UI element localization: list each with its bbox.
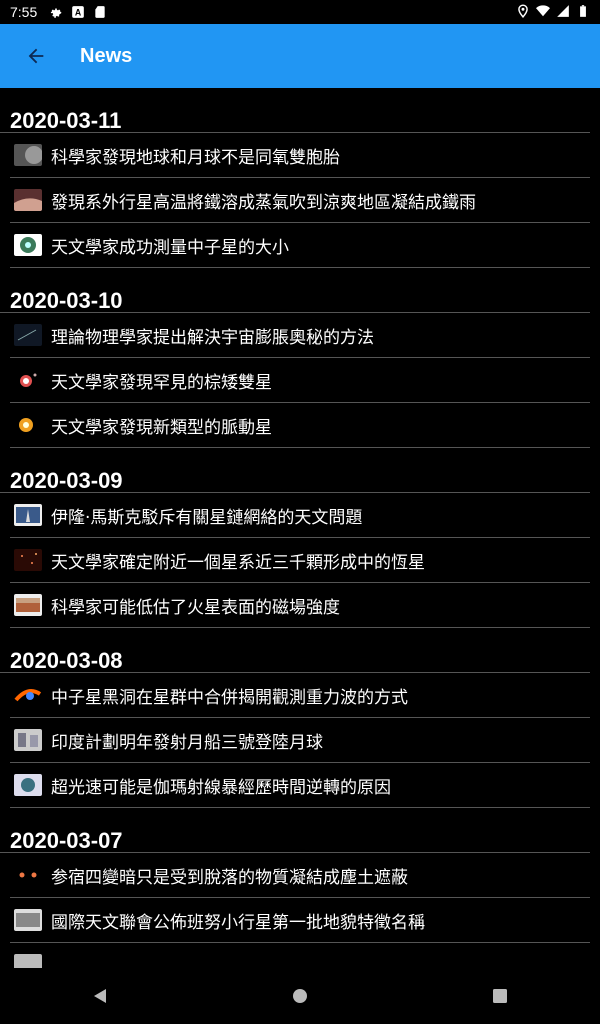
news-item[interactable]: 超光速可能是伽瑪射線暴經歷時間逆轉的原因 [10,763,590,808]
news-item-partial[interactable] [10,943,590,968]
news-thumbnail [14,549,42,571]
settings-icon [51,8,62,18]
news-thumbnail [14,864,42,886]
news-item[interactable]: 科學家可能低估了火星表面的磁場強度 [10,583,590,628]
news-item-title: 理論物理學家提出解決宇宙膨脹奧秘的方法 [51,327,374,348]
arrow-back-icon [28,48,44,64]
news-thumbnail [14,504,42,526]
date-header: 2020-03-08 [0,628,590,673]
news-item[interactable]: 参宿四變暗只是受到脫落的物質凝結成塵土遮蔽 [10,853,590,898]
news-section: 2020-03-11 科學家發現地球和月球不是同氧雙胞胎 發現系外行星高温將鐵溶… [0,88,600,268]
news-list[interactable]: 2020-03-11 科學家發現地球和月球不是同氧雙胞胎 發現系外行星高温將鐵溶… [0,88,600,968]
news-thumbnail [14,684,42,706]
status-icons-right [516,4,590,18]
news-thumbnail [14,144,42,166]
news-item-title: 天文學家發現罕見的棕矮雙星 [51,372,272,393]
news-item-title: 天文學家確定附近一個星系近三千顆形成中的恆星 [51,552,425,573]
news-item[interactable]: 印度計劃明年發射月船三號登陸月球 [10,718,590,763]
date-header: 2020-03-07 [0,808,590,853]
news-item-title: 天文學家成功測量中子星的大小 [51,237,289,258]
recents-square-icon [493,989,507,1003]
news-item-title: 國際天文聯會公佈班努小行星第一批地貌特徵名稱 [51,912,425,933]
nav-recents-button[interactable] [470,968,530,1024]
system-nav-bar [0,968,600,1024]
news-thumbnail [14,594,42,616]
date-header: 2020-03-11 [0,88,590,133]
news-item[interactable]: 伊隆·馬斯克駁斥有關星鏈網絡的天文問題 [10,493,590,538]
location-icon [518,4,528,18]
news-item[interactable]: 天文學家成功測量中子星的大小 [10,223,590,268]
news-thumbnail [14,324,42,346]
news-item[interactable]: 天文學家發現新類型的脈動星 [10,403,590,448]
news-item[interactable]: 中子星黑洞在星群中合併揭開觀測重力波的方式 [10,673,590,718]
wifi-icon [536,5,550,17]
news-thumbnail [14,954,42,968]
date-header: 2020-03-09 [0,448,590,493]
svg-text:A: A [75,8,82,18]
date-header: 2020-03-10 [0,268,590,313]
news-item-title: 發現系外行星高温將鐵溶成蒸氣吹到涼爽地區凝結成鐵雨 [51,192,476,213]
news-thumbnail [14,414,42,436]
signal-icon [557,5,569,17]
battery-icon [580,5,586,17]
news-item-title: 伊隆·馬斯克駁斥有關星鏈網絡的天文問題 [51,507,363,528]
news-section: 2020-03-09 伊隆·馬斯克駁斥有關星鏈網絡的天文問題 天文學家確定附近一… [0,448,600,628]
news-item[interactable]: 科學家發現地球和月球不是同氧雙胞胎 [10,133,590,178]
news-item-title: 中子星黑洞在星群中合併揭開觀測重力波的方式 [51,687,408,708]
app-bar: News [0,24,600,88]
news-thumbnail [14,369,42,391]
news-item-title: 印度計劃明年發射月船三號登陸月球 [51,732,323,753]
news-item[interactable]: 發現系外行星高温將鐵溶成蒸氣吹到涼爽地區凝結成鐵雨 [10,178,590,223]
news-item[interactable]: 天文學家發現罕見的棕矮雙星 [10,358,590,403]
news-item[interactable]: 天文學家確定附近一個星系近三千顆形成中的恆星 [10,538,590,583]
news-item-title: 天文學家發現新類型的脈動星 [51,417,272,438]
sd-card-icon [95,6,105,18]
status-bar: 7:55 A [0,0,600,24]
news-thumbnail [14,234,42,256]
news-section: 2020-03-07 参宿四變暗只是受到脫落的物質凝結成塵土遮蔽 國際天文聯會公… [0,808,600,968]
nav-back-button[interactable] [70,968,130,1024]
news-item-title: 超光速可能是伽瑪射線暴經歷時間逆轉的原因 [51,777,391,798]
back-button[interactable] [8,28,64,84]
news-item[interactable]: 國際天文聯會公佈班努小行星第一批地貌特徵名稱 [10,898,590,943]
news-thumbnail [14,729,42,751]
back-triangle-icon [94,989,106,1003]
a-icon: A [72,6,85,18]
news-thumbnail [14,189,42,211]
home-circle-icon [293,989,307,1003]
news-section: 2020-03-08 中子星黑洞在星群中合併揭開觀測重力波的方式 印度計劃明年發… [0,628,600,808]
news-section: 2020-03-10 理論物理學家提出解決宇宙膨脹奧秘的方法 天文學家發現罕見的… [0,268,600,448]
page-title: News [80,44,133,67]
news-item-title: 参宿四變暗只是受到脫落的物質凝結成塵土遮蔽 [51,867,408,888]
news-item[interactable]: 理論物理學家提出解決宇宙膨脹奧秘的方法 [10,313,590,358]
news-item-title: 科學家可能低估了火星表面的磁場強度 [51,597,340,618]
nav-home-button[interactable] [270,968,330,1024]
news-item-title: 科學家發現地球和月球不是同氧雙胞胎 [51,147,340,168]
status-icons-left: A [49,5,107,19]
status-time: 7:55 [10,4,38,20]
news-thumbnail [14,909,42,931]
news-thumbnail [14,774,42,796]
